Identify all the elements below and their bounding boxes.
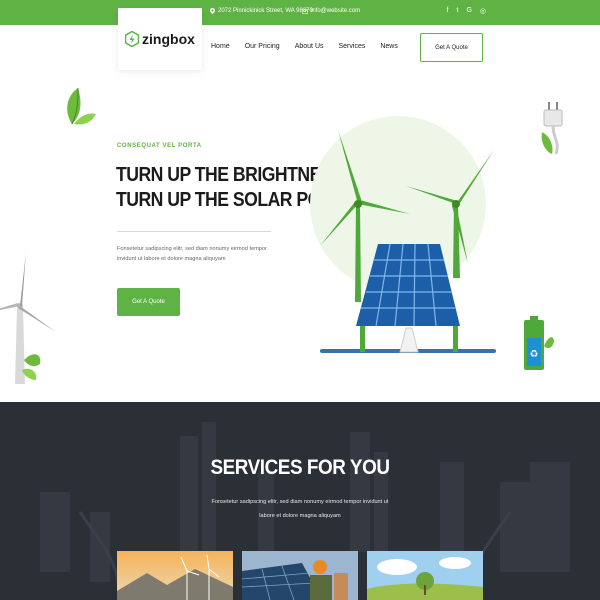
main-nav: Home Our Pricing About Us Services News [211, 43, 398, 50]
nav-item-pricing[interactable]: Our Pricing [245, 43, 280, 50]
leaf-icon [67, 87, 96, 125]
address-info: 2072 Pinnickinick Street, WA 98370 [210, 8, 313, 14]
nav-item-home[interactable]: Home [211, 43, 230, 50]
brand-name: zingbox [142, 31, 195, 47]
service-card-solar[interactable] [242, 551, 358, 600]
services-description: Fonsetetur sadipscing elitr, sed diam no… [211, 499, 389, 519]
hero-description: Fonsetetur sadipscing elitr, sed diam no… [117, 246, 267, 262]
hero-eyebrow: CONSEQUAT VEL PORTA [117, 143, 202, 149]
email-info[interactable]: info@website.com [302, 8, 360, 14]
service-card-wind[interactable] [117, 551, 233, 600]
top-bar: 2072 Pinnickinick Street, WA 98370 info@… [0, 0, 600, 25]
service-card-image [117, 551, 233, 600]
mail-icon [302, 8, 308, 14]
logo[interactable]: zingbox [118, 8, 202, 70]
svg-text:♻: ♻ [530, 349, 539, 360]
logo-bolt-icon [125, 31, 140, 47]
nav-item-about[interactable]: About Us [295, 43, 324, 50]
facebook-icon[interactable]: f [447, 7, 449, 15]
instagram-icon[interactable]: ◎ [480, 7, 486, 15]
solar-illustration [310, 116, 496, 353]
battery-icon: ♻ [524, 316, 554, 370]
services-title: SERVICES FOR YOU [210, 456, 390, 479]
address-text: 2072 Pinnickinick Street, WA 98370 [218, 8, 313, 14]
service-card-image [367, 551, 483, 600]
service-card-image [242, 551, 358, 600]
hero-quote-button[interactable]: Get A Quote [117, 288, 180, 316]
google-plus-icon[interactable]: G [466, 7, 471, 15]
email-text[interactable]: info@website.com [311, 8, 360, 14]
header-quote-button[interactable]: Get A Quote [420, 33, 483, 62]
twitter-icon[interactable]: t [456, 7, 458, 15]
wind-turbine-icon [0, 252, 56, 384]
social-links: f t G ◎ [447, 7, 486, 15]
nav-item-news[interactable]: News [380, 43, 398, 50]
map-pin-icon [210, 8, 215, 14]
nav-item-services[interactable]: Services [339, 43, 366, 50]
plug-icon [541, 102, 563, 155]
hero-divider [117, 231, 271, 232]
service-card-eco[interactable] [367, 551, 483, 600]
